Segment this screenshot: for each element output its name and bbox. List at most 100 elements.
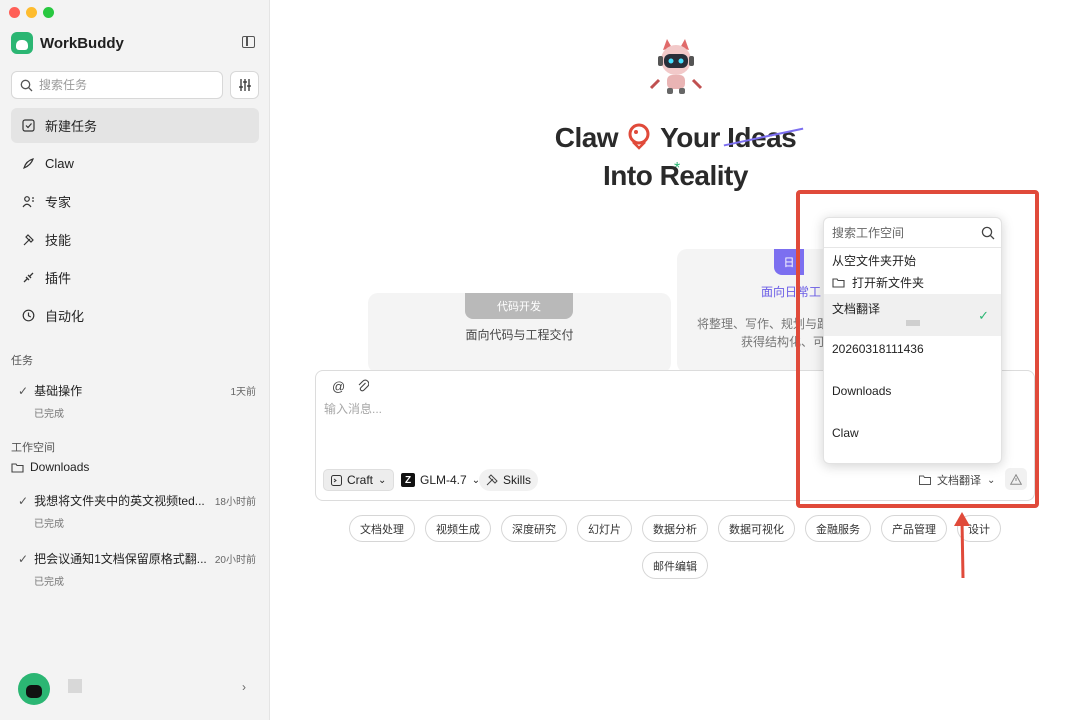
lobster-claw-icon: [628, 123, 650, 150]
new-task-icon: [21, 119, 35, 133]
task-search-input[interactable]: [39, 78, 209, 92]
skills-button[interactable]: Skills: [479, 469, 539, 491]
avatar[interactable]: [18, 673, 50, 705]
quick-action-chip[interactable]: 金融服务: [805, 515, 871, 542]
user-name-placeholder: [68, 679, 82, 693]
quick-action-chip[interactable]: 文档处理: [349, 515, 415, 542]
hero-title-line1: Claw Your Ideas: [271, 122, 1080, 154]
sidebar-item-label: 插件: [45, 271, 72, 286]
task-title: 我想将文件夹中的英文视频ted...: [34, 494, 205, 508]
folder-icon: [832, 277, 845, 288]
task-status: 已完成: [34, 519, 64, 530]
workspace-option-label: 文档翻译: [832, 302, 881, 316]
workspace-option[interactable]: Claw: [824, 420, 1001, 462]
quick-actions-row-2: 邮件编辑: [315, 552, 1035, 579]
sidebar-item-label: Claw: [45, 156, 74, 171]
sidebar-item-label: 新建任务: [45, 119, 98, 134]
window-controls: [9, 7, 54, 18]
task-time: 18小时前: [214, 497, 256, 508]
sidebar-item-new-task[interactable]: 新建任务: [11, 108, 259, 143]
hero-title-line2: Into Reality: [603, 160, 748, 191]
task-item[interactable]: ✓ 把会议通知1文档保留原格式翻... 20小时前 已完成: [18, 550, 256, 589]
mode-desc-code: 面向代码与工程交付: [465, 328, 574, 342]
quick-action-chip[interactable]: 深度研究: [501, 515, 567, 542]
quick-action-chip[interactable]: 邮件编辑: [642, 552, 708, 579]
workspace-dropdown: 从空文件夹开始 打开新文件夹 文档翻译 ✓ 20260318111436 Dow…: [823, 217, 1002, 464]
check-icon: ✓: [18, 383, 29, 398]
workbuddy-logo-icon: [11, 32, 33, 54]
hammer-icon: [486, 474, 498, 486]
quick-action-chip[interactable]: 幻灯片: [577, 515, 632, 542]
workspace-option-label: 20260318111436: [832, 342, 924, 356]
sidebar-item-skills[interactable]: 技能: [11, 222, 259, 257]
check-icon: ✓: [18, 551, 29, 566]
open-new-folder-item[interactable]: 打开新文件夹: [824, 270, 1001, 294]
chevron-right-icon[interactable]: ›: [242, 680, 246, 694]
zhipu-logo-icon: Z: [401, 473, 415, 487]
workspace-option[interactable]: 20260318111436: [824, 336, 1001, 378]
hero-word-ideas: Ideas: [727, 122, 797, 153]
clock-icon: [21, 309, 35, 323]
close-window-button[interactable]: [9, 7, 20, 18]
skills-icon: [21, 233, 35, 247]
sidebar-item-label: 自动化: [45, 309, 85, 324]
annotation-arrow: [954, 512, 970, 579]
terminal-icon: [331, 474, 342, 486]
sidebar-toggle-icon[interactable]: [242, 36, 255, 48]
workspace-folder[interactable]: Downloads: [11, 460, 89, 474]
sidebar-item-claw[interactable]: Claw: [11, 146, 259, 181]
quick-action-chip[interactable]: 数据分析: [642, 515, 708, 542]
quick-action-chip[interactable]: 产品管理: [881, 515, 947, 542]
brand: WorkBuddy: [11, 32, 124, 54]
task-time: 1天前: [230, 387, 256, 398]
composer-tools: @: [332, 379, 370, 394]
search-icon: [20, 79, 33, 91]
model-select[interactable]: Z GLM-4.7 ⌄: [394, 469, 487, 491]
hero-word-claw: Claw: [554, 122, 619, 153]
plugin-icon: [21, 271, 35, 285]
workspace-folder-name: Downloads: [30, 460, 90, 474]
workspace-search-input[interactable]: [832, 225, 972, 240]
sidebar-item-experts[interactable]: 专家: [11, 184, 259, 219]
tasks-section-title: 任务: [11, 355, 33, 367]
mention-icon[interactable]: @: [332, 379, 345, 394]
task-item[interactable]: ✓ 我想将文件夹中的英文视频ted... 18小时前 已完成: [18, 492, 256, 531]
sidebar-item-plugins[interactable]: 插件: [11, 260, 259, 295]
task-item[interactable]: ✓ 基础操作 1天前 已完成: [18, 382, 256, 421]
minimize-window-button[interactable]: [26, 7, 37, 18]
task-status: 已完成: [34, 577, 64, 588]
sliders-icon: [238, 79, 251, 91]
claw-icon: [21, 157, 35, 171]
task-search[interactable]: [11, 71, 223, 99]
search-icon: [981, 226, 995, 239]
workspace-search[interactable]: [824, 218, 1001, 248]
sidebar-item-automation[interactable]: 自动化: [11, 298, 259, 333]
message-input[interactable]: [324, 402, 794, 416]
mode-tab-code: 代码开发: [465, 293, 573, 319]
quick-action-chip[interactable]: 视频生成: [425, 515, 491, 542]
task-title: 基础操作: [34, 384, 83, 398]
check-icon: ✓: [978, 308, 989, 323]
app-name: WorkBuddy: [40, 34, 124, 52]
dropdown-section-header: 从空文件夹开始: [832, 254, 917, 268]
task-time: 20小时前: [214, 555, 256, 566]
mode-select[interactable]: Craft ⌄: [323, 469, 395, 491]
quick-action-chip[interactable]: 数据可视化: [718, 515, 795, 542]
task-title: 把会议通知1文档保留原格式翻...: [34, 552, 207, 566]
mode-card-code[interactable]: 代码开发 面向代码与工程交付: [368, 293, 671, 373]
open-new-folder-label: 打开新文件夹: [852, 275, 925, 290]
filter-button[interactable]: [230, 71, 259, 99]
workspace-section-title: 工作空间: [11, 442, 55, 454]
workspace-option-label: Downloads: [832, 384, 892, 398]
workspace-option-label: Claw: [832, 426, 859, 440]
chevron-down-icon: ⌄: [378, 474, 387, 486]
mode-select-label: Craft: [347, 473, 374, 487]
maximize-window-button[interactable]: [43, 7, 54, 18]
check-icon: ✓: [18, 493, 29, 508]
sidebar-nav: 新建任务 Claw 专家 技能 插件 自动化: [11, 108, 259, 336]
attachment-icon[interactable]: [357, 379, 370, 392]
hero-word-your: Your: [660, 122, 720, 153]
workspace-option[interactable]: Downloads: [824, 378, 1001, 420]
sidebar-item-label: 技能: [45, 233, 72, 248]
workspace-option[interactable]: 文档翻译 ✓: [824, 294, 1001, 336]
